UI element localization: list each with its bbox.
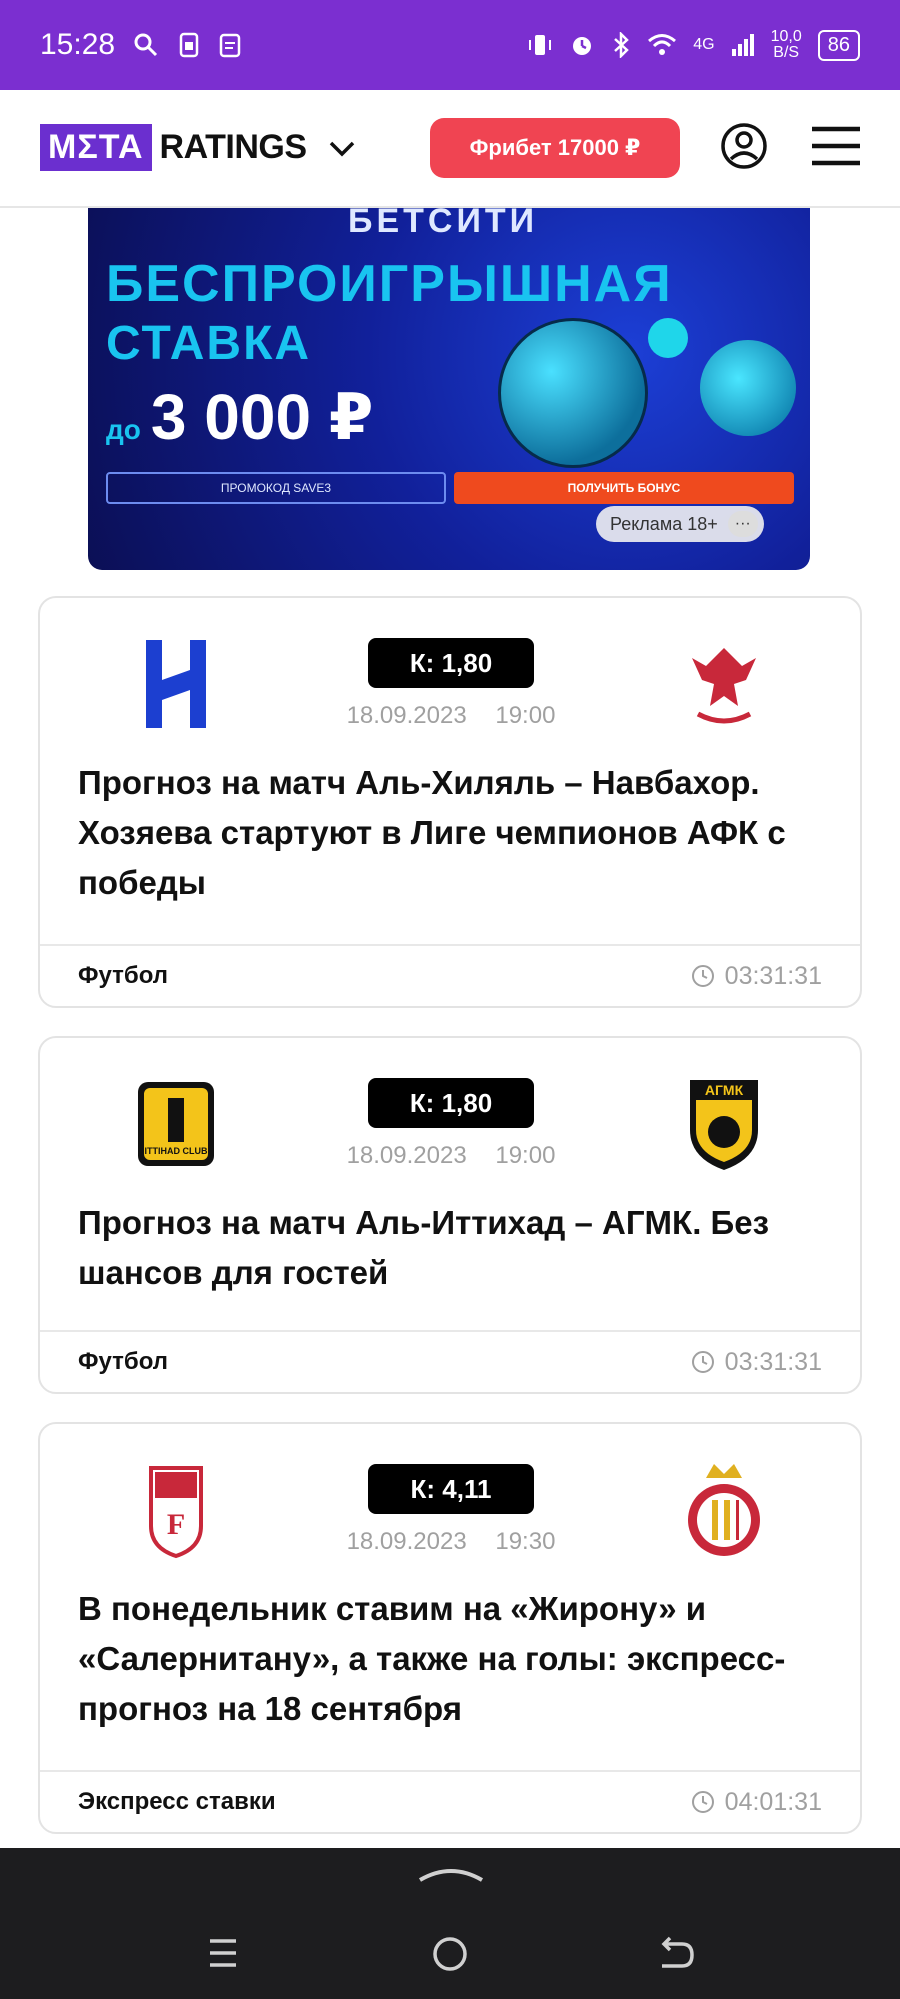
- card-footer: Футбол 03:31:31: [40, 944, 860, 1006]
- clock-icon: [691, 1351, 714, 1373]
- match-datetime: 18.09.2023 19:00: [290, 702, 612, 730]
- agmk-logo-icon: АГМК: [690, 1080, 758, 1170]
- ad-label-text: Реклама 18+: [610, 513, 718, 534]
- status-bar-right: 4G 10,0 B/S 86: [527, 29, 860, 61]
- girona-logo-icon: [688, 1464, 760, 1556]
- match-date: 18.09.2023: [346, 1142, 467, 1169]
- away-team-logo: АГМК: [674, 1074, 774, 1174]
- banner-title-line1: БЕСПРОИГРЫШНАЯ: [106, 255, 673, 313]
- prediction-card[interactable]: ITTIHAD CLUB К: 1,80 18.09.2023 19:00 АГ…: [38, 1036, 862, 1394]
- profile-icon[interactable]: [720, 122, 768, 170]
- card-footer: Футбол 03:31:31: [40, 1330, 860, 1392]
- match-time: 19:30: [495, 1528, 556, 1555]
- navbahor-logo-icon: [692, 648, 756, 724]
- banner-get-bonus-button[interactable]: ПОЛУЧИТЬ БОНУС: [454, 472, 794, 504]
- countdown: 04:01:31: [691, 1788, 822, 1817]
- away-team-logo: [674, 1460, 774, 1560]
- agmk-logo-text: АГМК: [705, 1082, 744, 1098]
- menu-icon[interactable]: [810, 124, 862, 168]
- home-team-logo: F: [126, 1460, 226, 1560]
- countdown-value: 04:01:31: [724, 1787, 822, 1816]
- al-hilal-logo-icon: [146, 640, 206, 728]
- basketball-image: [700, 340, 796, 436]
- ittihad-logo-text: ITTIHAD CLUB: [145, 1146, 208, 1156]
- al-ittihad-logo-icon: ITTIHAD CLUB: [138, 1082, 214, 1166]
- status-time: 15:28: [40, 28, 116, 61]
- countdown-value: 03:31:31: [724, 961, 822, 990]
- category-label[interactable]: Футбол: [78, 1348, 168, 1376]
- countdown-value: 03:31:31: [724, 1347, 822, 1376]
- search-icon: [134, 33, 158, 57]
- status-bar: 15:28 4G 10,0 B/S 86: [0, 0, 900, 90]
- card-footer: Экспресс ставки 04:01:31: [40, 1770, 860, 1832]
- home-team-logo: ITTIHAD CLUB: [126, 1074, 226, 1174]
- site-header: MΣTA RATINGS Фрибет 17000 ₽: [0, 90, 900, 208]
- clock-icon: [691, 965, 714, 987]
- match-time: 19:00: [495, 702, 556, 729]
- vibrate-icon: [529, 35, 552, 55]
- match-date: 18.09.2023: [346, 1528, 467, 1555]
- nav-menu-icon[interactable]: [206, 1936, 240, 1970]
- alarm-icon: [573, 37, 592, 55]
- ad-more-button[interactable]: ···: [727, 511, 758, 537]
- countdown: 03:31:31: [691, 1348, 822, 1377]
- away-team-logo: [674, 634, 774, 734]
- signal-icon: [731, 34, 754, 56]
- data-speed: 10,0 B/S: [771, 29, 802, 61]
- banner-title-line2: СТАВКА: [106, 317, 312, 370]
- category-label[interactable]: Футбол: [78, 962, 168, 990]
- article-title[interactable]: Прогноз на матч Аль-Иттихад – АГМК. Без …: [78, 1198, 830, 1298]
- match-datetime: 18.09.2023 19:30: [290, 1528, 612, 1556]
- odds-badge: К: 4,11: [368, 1464, 534, 1514]
- banner-amount-prefix: до: [106, 414, 141, 445]
- site-logo[interactable]: MΣTA RATINGS: [40, 124, 357, 171]
- chevron-down-icon[interactable]: [327, 133, 357, 163]
- svg-text:F: F: [167, 1508, 185, 1541]
- nav-back-icon[interactable]: [656, 1934, 696, 1972]
- ad-label-badge[interactable]: Реклама 18+ ···: [596, 506, 764, 542]
- granada-logo-icon: F: [149, 1466, 203, 1559]
- football-image: [498, 318, 648, 468]
- freebet-button[interactable]: Фрибет 17000 ₽: [430, 118, 680, 178]
- banner-brand: БЕТСИТИ: [348, 208, 539, 240]
- network-type: 4G: [693, 36, 715, 53]
- logo-meta: MΣTA: [40, 124, 152, 171]
- nav-home-icon[interactable]: [430, 1934, 470, 1974]
- category-label[interactable]: Экспресс ставки: [78, 1788, 276, 1816]
- home-team-logo: [126, 634, 226, 734]
- clipboard-icon: [219, 33, 241, 58]
- ad-banner[interactable]: БЕТСИТИ БЕСПРОИГРЫШНАЯ СТАВКА до 3 000 ₽ …: [88, 208, 810, 570]
- banner-amount-value: 3 000 ₽: [150, 381, 374, 453]
- article-title[interactable]: Прогноз на матч Аль-Хиляль – Навбахор. Х…: [78, 758, 830, 908]
- wifi-icon: [648, 34, 677, 55]
- system-nav-bar: [0, 1848, 900, 1999]
- sim-icon: [179, 32, 199, 58]
- bluetooth-icon: [614, 32, 630, 58]
- data-speed-value: 10,0: [770, 28, 802, 45]
- tennis-ball-image: [648, 318, 688, 358]
- odds-badge: К: 1,80: [368, 1078, 534, 1128]
- odds-badge: К: 1,80: [368, 638, 534, 688]
- status-bar-left: 15:28: [40, 28, 241, 62]
- prediction-card[interactable]: F К: 4,11 18.09.2023 19:30 В понедельник…: [38, 1422, 862, 1834]
- data-speed-unit: B/S: [773, 44, 800, 61]
- battery-indicator: 86: [817, 29, 860, 61]
- logo-ratings: RATINGS: [159, 128, 307, 166]
- clock-icon: [691, 1791, 714, 1813]
- prediction-card[interactable]: К: 1,80 18.09.2023 19:00 Прогноз на матч…: [38, 596, 862, 1008]
- match-time: 19:00: [495, 1142, 556, 1169]
- countdown: 03:31:31: [691, 962, 822, 991]
- match-date: 18.09.2023: [346, 702, 467, 729]
- article-title[interactable]: В понедельник ставим на «Жирону» и «Сале…: [78, 1584, 830, 1734]
- match-datetime: 18.09.2023 19:00: [290, 1142, 612, 1170]
- banner-promo-code[interactable]: ПРОМОКОД SAVE3: [106, 472, 446, 504]
- chevron-up-icon[interactable]: [418, 1864, 484, 1884]
- banner-amount: до 3 000 ₽: [106, 380, 373, 455]
